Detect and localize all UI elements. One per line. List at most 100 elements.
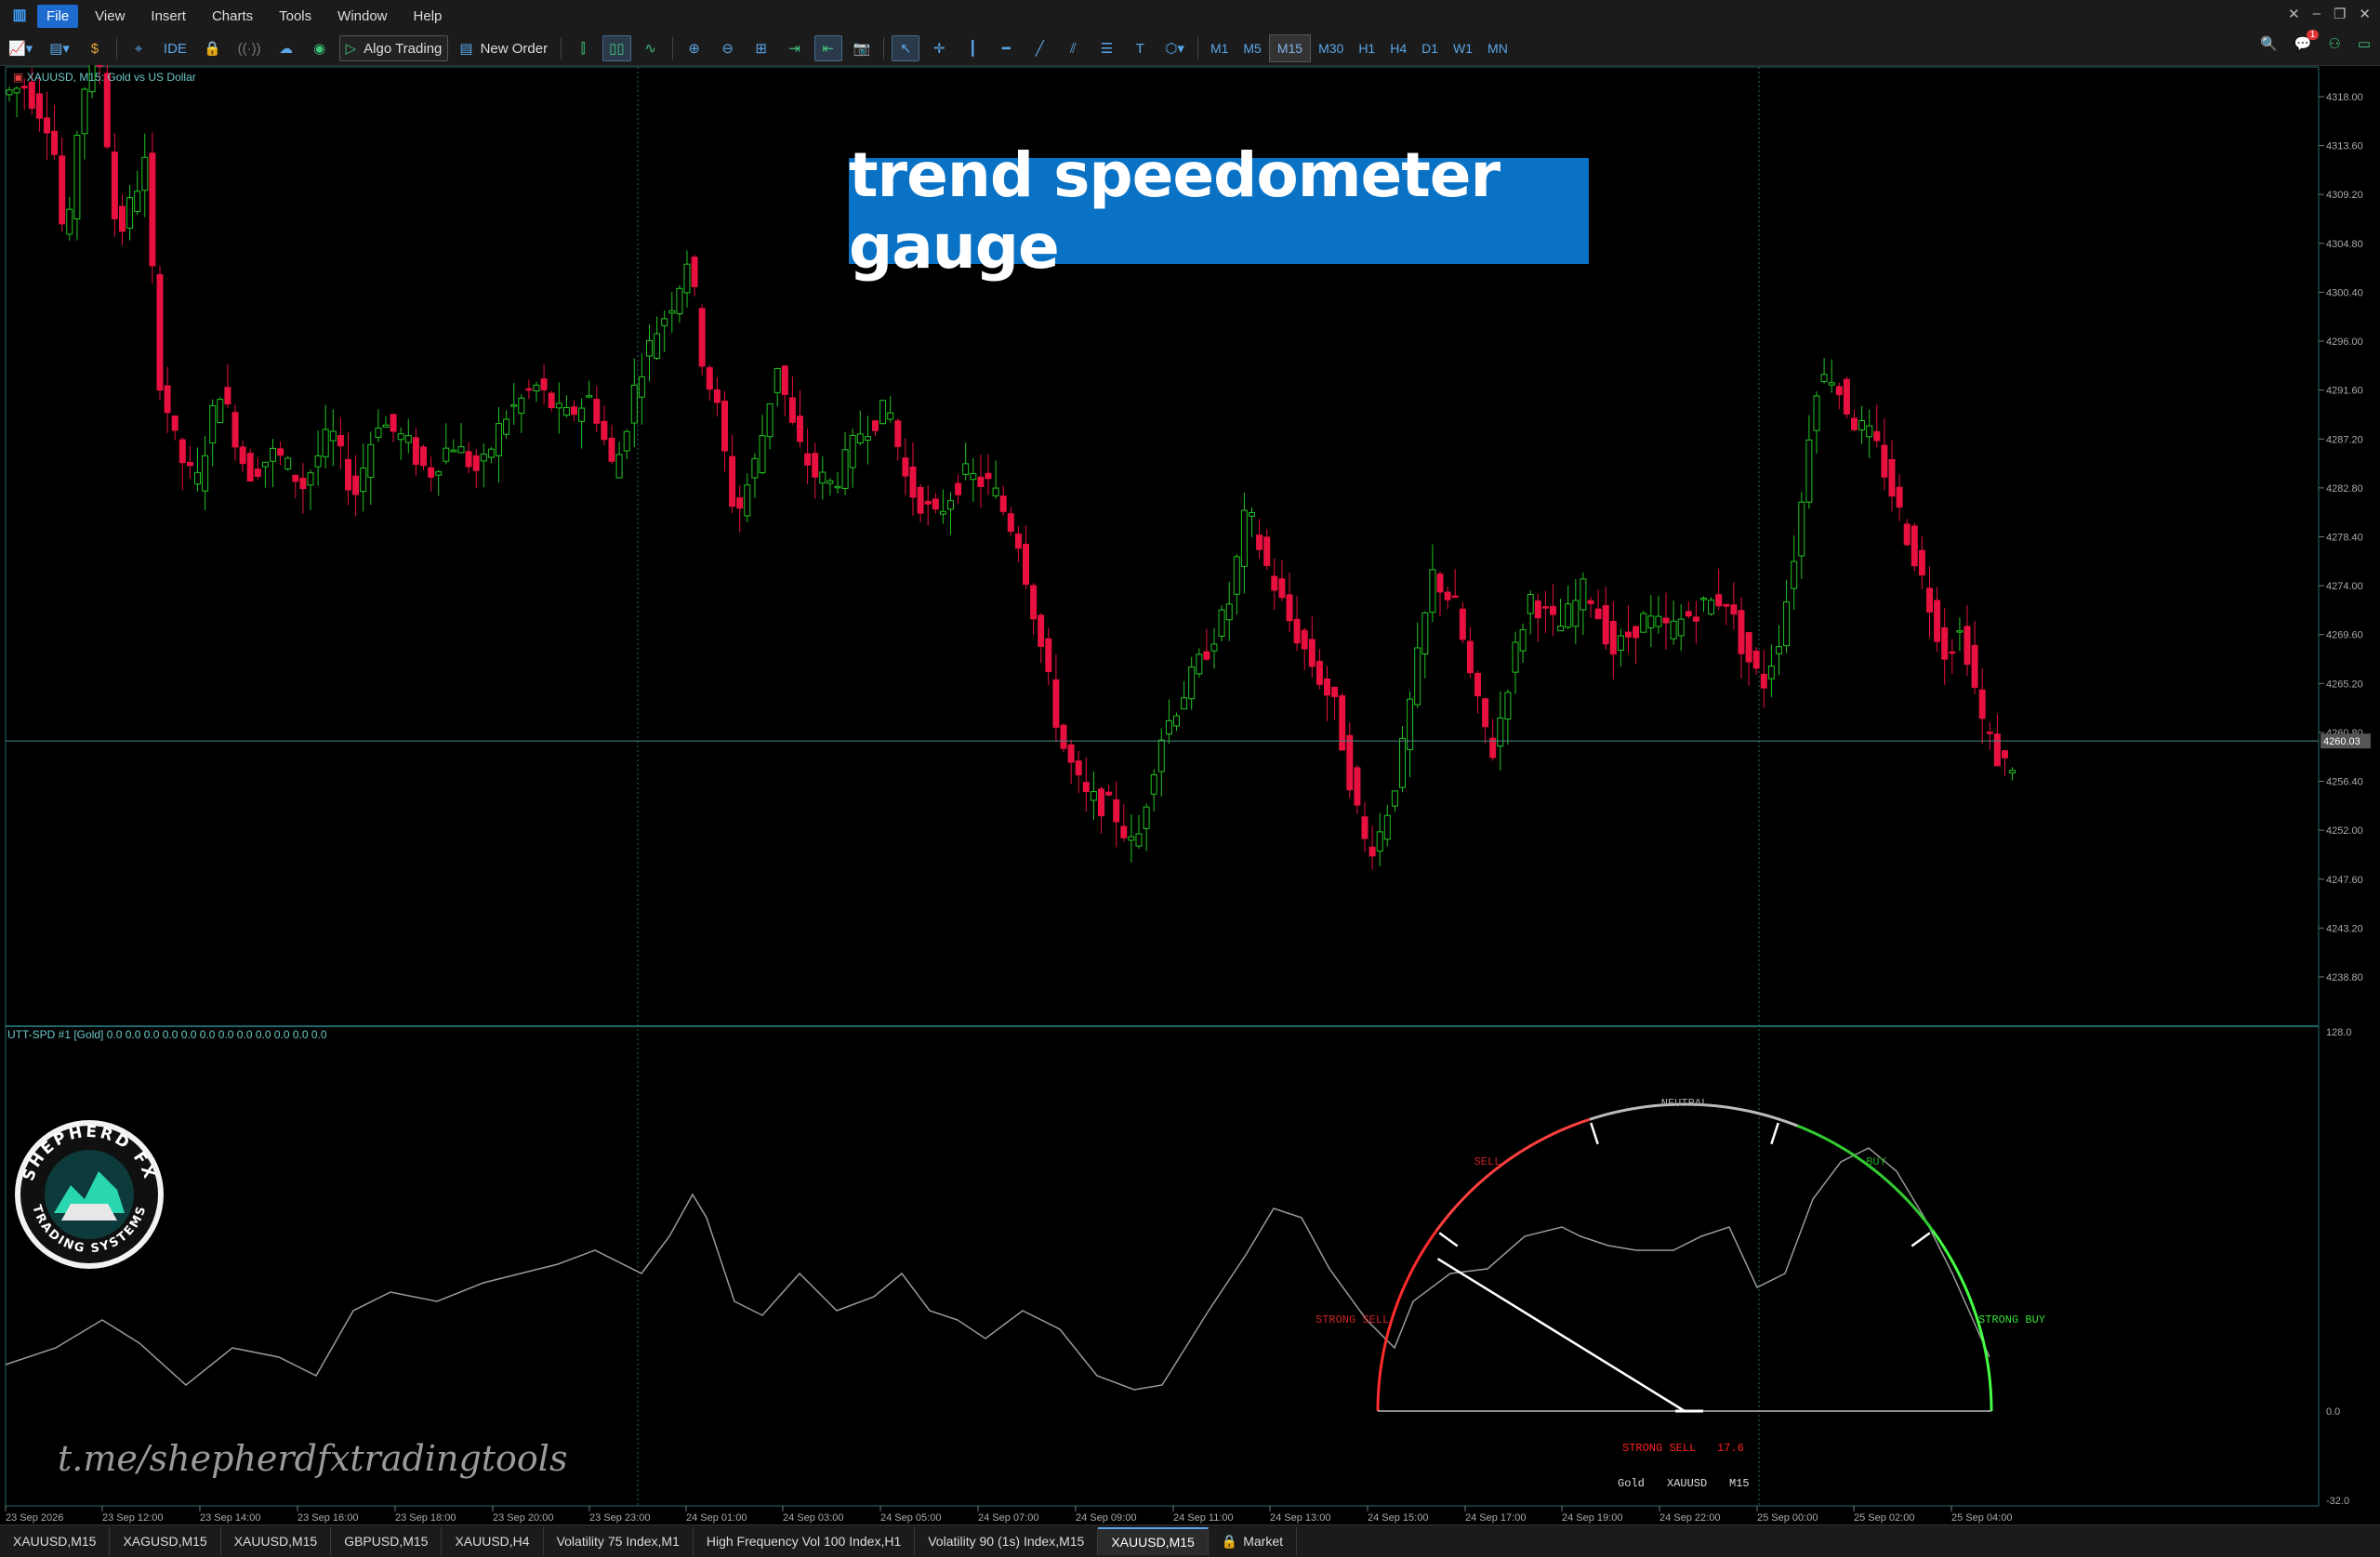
cloud-icon[interactable]: ☁ (272, 35, 300, 61)
tab-gbpusd-m15[interactable]: GBPUSD,M15 (331, 1527, 443, 1555)
candle-body (412, 437, 419, 465)
candle-body (1873, 430, 1881, 442)
candle-body (1263, 536, 1271, 566)
candle-body (812, 453, 819, 478)
algo-trading-button[interactable]: ▷ Algo Trading (338, 35, 449, 61)
candle-body (744, 484, 751, 517)
candle-body (81, 88, 88, 135)
price-chart[interactable]: 4318.00 4313.60 4309.20 4304.80 4300.40 4296.… (0, 65, 2380, 1524)
candle-body (1640, 613, 1647, 633)
candle-body (706, 367, 713, 390)
candle-body (261, 461, 269, 468)
menu-insert[interactable]: Insert (141, 5, 195, 28)
gauge-tick (1911, 1232, 1931, 1247)
candle-body (759, 435, 766, 474)
menu-bar: ▥ File View Insert Charts Tools Window H… (0, 0, 2380, 32)
tab-volatility-90[interactable]: Volatility 90 (1s) Index,M15 (915, 1527, 1099, 1555)
zoom-out-icon[interactable]: ⊖ (714, 35, 742, 61)
account-icon[interactable]: ⚇ (2328, 35, 2340, 52)
shapes-icon[interactable]: ⬡▾ (1159, 35, 1190, 61)
horizontal-line-icon[interactable]: ━ (992, 35, 1020, 61)
candle-body (435, 471, 443, 476)
trendline-icon[interactable]: ╱ (1025, 35, 1053, 61)
timeframe-mn[interactable]: MN (1480, 35, 1515, 61)
tab-xauusd-m15-2[interactable]: XAUUSD,M15 (221, 1527, 332, 1555)
menu-tools[interactable]: Tools (270, 5, 321, 28)
candle-body (932, 498, 939, 510)
timeframe-h4[interactable]: H4 (1382, 35, 1414, 61)
navigator-icon[interactable]: ⌖ (125, 35, 152, 61)
pin-icon[interactable]: ✕ (2288, 6, 2300, 22)
candle-body (578, 407, 586, 422)
chart-shift-icon[interactable]: ⇤ (813, 35, 842, 61)
candle-body (999, 495, 1007, 512)
crosshair-icon[interactable]: ✛ (925, 35, 953, 61)
tab-xagusd-m15[interactable]: XAGUSD,M15 (110, 1527, 221, 1555)
vps-icon[interactable]: ◉ (306, 35, 334, 61)
price-tick-label: 4278.40 (2326, 533, 2363, 544)
tab-hf-vol-100[interactable]: High Frequency Vol 100 Index,H1 (694, 1527, 916, 1555)
restore-icon[interactable]: ❐ (2334, 6, 2346, 22)
vertical-line-icon[interactable]: ┃ (959, 35, 986, 61)
candle-body (788, 397, 796, 423)
tab-volatility-75[interactable]: Volatility 75 Index,M1 (544, 1527, 694, 1555)
menu-help[interactable]: Help (404, 5, 452, 28)
candle-body (141, 156, 149, 191)
signal-icon[interactable]: ((·)) (232, 35, 267, 61)
timeframe-w1[interactable]: W1 (1446, 35, 1480, 61)
candle-body (586, 395, 593, 398)
candle-chart-icon[interactable]: ▯▯ (602, 35, 631, 61)
timeframe-h1[interactable]: H1 (1351, 35, 1382, 61)
new-order-button[interactable]: ▤ New Order (454, 35, 553, 61)
tab-xauusd-m15[interactable]: XAUUSD,M15 (0, 1527, 111, 1555)
timeframe-m5[interactable]: M5 (1236, 35, 1268, 61)
tab-market[interactable]: 🔒 Market (1209, 1527, 1298, 1555)
candle-body (661, 318, 668, 326)
tab-xauusd-m15-active[interactable]: XAUUSD,M15 (1098, 1527, 1209, 1555)
candle-body (367, 443, 375, 478)
cursor-icon[interactable]: ↖ (892, 35, 920, 61)
timeframe-m15[interactable]: M15 (1268, 34, 1312, 62)
bar-chart-icon[interactable]: ⫿ (569, 35, 597, 61)
dollar-icon[interactable]: $ (81, 35, 109, 61)
templates-icon[interactable]: ▤▾ (44, 35, 75, 61)
candle-body (721, 401, 728, 452)
candle-body (246, 453, 254, 482)
candle-body (540, 378, 548, 390)
price-tick-label: 4269.60 (2326, 630, 2363, 641)
autoscroll-icon[interactable]: ⇥ (781, 35, 809, 61)
market-icon[interactable]: 🔒 (198, 35, 227, 61)
telegram-link[interactable]: t.me/shepherdfxtradingtools (58, 1438, 567, 1479)
price-tick-label: 4291.60 (2326, 386, 2363, 397)
menu-window[interactable]: Window (328, 5, 396, 28)
fibonacci-icon[interactable]: ☰ (1092, 35, 1120, 61)
candle-body (1157, 739, 1165, 772)
search-icon[interactable]: 🔍 (2260, 35, 2278, 52)
menu-charts[interactable]: Charts (203, 5, 262, 28)
tab-xauusd-h4[interactable]: XAUUSD,H4 (442, 1527, 544, 1555)
candle-body (1934, 600, 1941, 642)
candle-body (601, 420, 608, 441)
timeframe-m1[interactable]: M1 (1203, 35, 1236, 61)
time-tick-label: 23 Sep 23:00 (589, 1512, 650, 1524)
zoom-in-icon[interactable]: ⊕ (681, 35, 708, 61)
tile-icon[interactable]: ⊞ (747, 35, 775, 61)
candle-body (698, 308, 706, 367)
screenshot-icon[interactable]: 📷 (848, 35, 877, 61)
timeframe-d1[interactable]: D1 (1414, 35, 1446, 61)
minimize-icon[interactable]: – (2313, 6, 2320, 22)
line-chart-icon[interactable]: ∿ (637, 35, 665, 61)
play-icon: ▷ (345, 41, 357, 57)
chart-type-icon[interactable]: 📈▾ (3, 35, 38, 61)
menu-file[interactable]: File (37, 4, 79, 28)
close-icon[interactable]: ✕ (2359, 6, 2371, 22)
ide-button[interactable]: IDE (158, 35, 192, 61)
candle-body (420, 446, 427, 467)
chart-window-icon: ▣ (13, 71, 24, 84)
notifications-icon[interactable]: 💬 1 (2294, 30, 2320, 52)
candle-body (1135, 833, 1143, 847)
channel-icon[interactable]: ⫽ (1059, 35, 1087, 61)
timeframe-m30[interactable]: M30 (1311, 35, 1351, 61)
text-icon[interactable]: T (1126, 35, 1154, 61)
menu-view[interactable]: View (86, 5, 134, 28)
